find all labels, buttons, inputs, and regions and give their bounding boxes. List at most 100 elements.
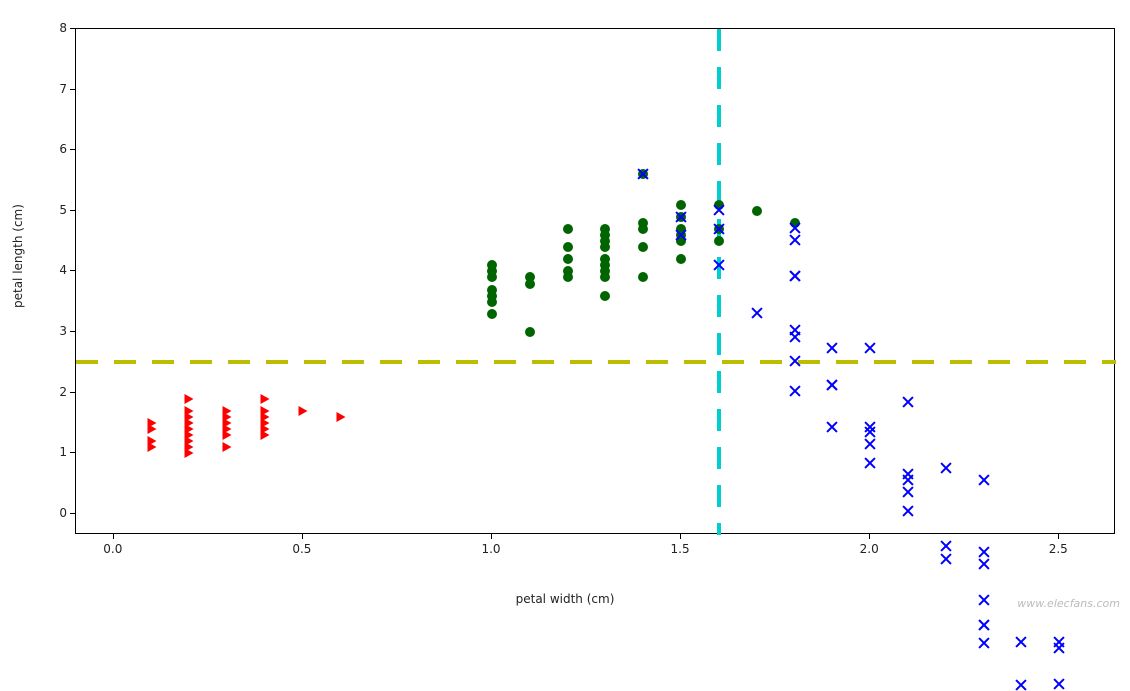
x-tick-label: 0.5 [292, 542, 311, 556]
y-tick-label: 1 [37, 445, 67, 459]
data-point-class-1 [600, 272, 610, 282]
x-tick [869, 534, 870, 539]
data-point-class-0 [261, 430, 270, 440]
x-tick-label: 1.5 [671, 542, 690, 556]
data-point-class-1 [487, 309, 497, 319]
data-point-class-0 [185, 442, 194, 452]
y-tick [70, 210, 75, 211]
y-tick-label: 2 [37, 385, 67, 399]
data-point-class-2 [826, 421, 838, 433]
y-tick [70, 513, 75, 514]
x-tick [302, 534, 303, 539]
data-point-class-0 [223, 412, 232, 422]
data-point-class-2 [978, 619, 990, 631]
data-point-class-1 [563, 224, 573, 234]
x-tick [491, 534, 492, 539]
data-point-class-1 [563, 242, 573, 252]
data-point-class-2 [978, 546, 990, 558]
horizontal-threshold-line [76, 360, 1116, 364]
data-point-class-0 [147, 436, 156, 446]
data-point-class-2 [675, 211, 687, 223]
data-point-class-0 [223, 442, 232, 452]
data-point-class-2 [713, 204, 725, 216]
y-tick-label: 4 [37, 263, 67, 277]
y-tick-label: 5 [37, 203, 67, 217]
x-tick-label: 2.5 [1049, 542, 1068, 556]
data-point-class-2 [902, 474, 914, 486]
data-point-class-1 [600, 291, 610, 301]
x-tick-label: 2.0 [860, 542, 879, 556]
data-point-class-1 [638, 242, 648, 252]
data-point-class-2 [789, 270, 801, 282]
data-point-class-1 [600, 254, 610, 264]
y-tick [70, 331, 75, 332]
data-point-class-1 [600, 224, 610, 234]
data-point-class-2 [713, 259, 725, 271]
x-tick-label: 0.0 [103, 542, 122, 556]
data-point-class-1 [638, 272, 648, 282]
data-point-class-0 [298, 406, 307, 416]
data-point-class-2 [789, 355, 801, 367]
x-tick-label: 1.0 [481, 542, 500, 556]
y-tick [70, 392, 75, 393]
data-point-class-2 [978, 558, 990, 570]
data-point-class-2 [940, 540, 952, 552]
data-point-class-2 [940, 462, 952, 474]
data-point-class-1 [676, 254, 686, 264]
data-point-class-2 [826, 379, 838, 391]
data-point-class-1 [525, 272, 535, 282]
data-point-class-1 [600, 242, 610, 252]
data-point-class-2 [978, 474, 990, 486]
data-point-class-1 [563, 272, 573, 282]
y-tick-label: 7 [37, 82, 67, 96]
data-point-class-0 [185, 412, 194, 422]
y-tick [70, 149, 75, 150]
data-point-class-2 [902, 396, 914, 408]
data-point-class-1 [714, 236, 724, 246]
data-point-class-2 [826, 342, 838, 354]
y-tick-label: 6 [37, 142, 67, 156]
data-point-class-1 [563, 254, 573, 264]
data-point-class-2 [1053, 678, 1065, 690]
data-point-class-2 [902, 505, 914, 517]
y-tick-label: 8 [37, 21, 67, 35]
y-tick-label: 3 [37, 324, 67, 338]
data-point-class-0 [261, 394, 270, 404]
data-point-class-0 [336, 412, 345, 422]
data-point-class-1 [638, 218, 648, 228]
data-point-class-2 [713, 223, 725, 235]
data-point-class-2 [1015, 679, 1027, 691]
data-point-class-0 [185, 394, 194, 404]
x-axis-label: petal width (cm) [0, 592, 1130, 606]
y-tick-label: 0 [37, 506, 67, 520]
data-point-class-2 [1015, 636, 1027, 648]
data-point-class-2 [789, 324, 801, 336]
data-point-class-2 [940, 553, 952, 565]
y-tick [70, 89, 75, 90]
y-tick [70, 452, 75, 453]
data-point-class-2 [675, 229, 687, 241]
y-tick [70, 28, 75, 29]
data-point-class-2 [902, 486, 914, 498]
data-point-class-1 [487, 266, 497, 276]
data-point-class-2 [789, 385, 801, 397]
data-point-class-0 [261, 412, 270, 422]
data-point-class-2 [789, 234, 801, 246]
data-point-class-2 [1053, 642, 1065, 654]
data-point-class-1 [487, 291, 497, 301]
data-point-class-2 [637, 168, 649, 180]
y-axis-label: petal length (cm) [11, 204, 25, 308]
y-tick [70, 270, 75, 271]
chart-figure: petal width (cm) petal length (cm) www.e… [0, 0, 1130, 616]
data-point-class-2 [864, 438, 876, 450]
x-tick [1058, 534, 1059, 539]
data-point-class-2 [864, 342, 876, 354]
plot-area [75, 28, 1115, 534]
data-point-class-2 [864, 457, 876, 469]
data-point-class-1 [752, 206, 762, 216]
x-tick [113, 534, 114, 539]
data-point-class-2 [864, 426, 876, 438]
data-point-class-0 [147, 418, 156, 428]
x-tick [680, 534, 681, 539]
watermark: www.elecfans.com [1017, 597, 1120, 610]
